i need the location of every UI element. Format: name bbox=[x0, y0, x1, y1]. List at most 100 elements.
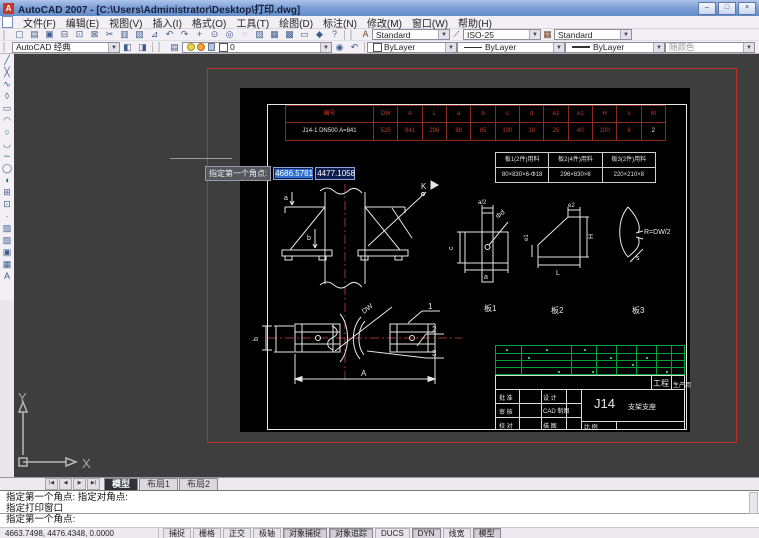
workspace-combo[interactable]: AutoCAD 经典 ▼ bbox=[12, 42, 120, 53]
point-button[interactable]: ∙ bbox=[1, 210, 13, 222]
color-combo[interactable]: ByLayer ▼ bbox=[367, 42, 457, 53]
maximize-button[interactable]: □ bbox=[718, 2, 736, 15]
match-properties-button[interactable]: ⊿ bbox=[147, 28, 162, 41]
make-block-button[interactable]: ⊡ bbox=[1, 198, 13, 210]
sheet-set-manager-button[interactable]: ▭ bbox=[297, 28, 312, 41]
dim-style-combo[interactable]: ISO-25 ▼ bbox=[463, 29, 541, 40]
toolbar-grip[interactable] bbox=[3, 42, 9, 52]
layer-lock-icon[interactable] bbox=[208, 43, 215, 51]
drawing-canvas[interactable]: a b K DW 1 2 3 A b a/2 c a Φd 板1 e2 e1 H bbox=[14, 54, 759, 477]
minimize-button[interactable]: – bbox=[698, 2, 716, 15]
workspace-settings-icon[interactable]: ◧ bbox=[120, 41, 135, 54]
dynamic-input-y-field[interactable]: 4477.1058 bbox=[315, 167, 355, 180]
text-style-combo[interactable]: Standard ▼ bbox=[372, 29, 450, 40]
tab-layout2[interactable]: 布局2 bbox=[179, 478, 218, 491]
lwt-toggle[interactable]: 线宽 bbox=[443, 528, 471, 538]
properties-button[interactable]: ▨ bbox=[252, 28, 267, 41]
markup-set-manager-button[interactable]: ◆ bbox=[312, 28, 327, 41]
zoom-window-button[interactable]: ◎ bbox=[222, 28, 237, 41]
tab-first-button[interactable]: |◀ bbox=[45, 478, 58, 490]
tab-last-button[interactable]: ▶| bbox=[87, 478, 100, 490]
grid-toggle[interactable]: 栅格 bbox=[193, 528, 221, 538]
plot-button[interactable]: ⊟ bbox=[57, 28, 72, 41]
layer-on-icon[interactable] bbox=[187, 43, 195, 51]
cut-button[interactable]: ✂ bbox=[102, 28, 117, 41]
save-button[interactable]: ▣ bbox=[42, 28, 57, 41]
polar-toggle[interactable]: 极轴 bbox=[253, 528, 281, 538]
tool-palettes-button[interactable]: ▩ bbox=[282, 28, 297, 41]
arc-button[interactable]: ◠ bbox=[1, 114, 13, 126]
dyn-toggle[interactable]: DYN bbox=[412, 528, 441, 538]
open-button[interactable]: ▤ bbox=[27, 28, 42, 41]
region-button[interactable]: ▣ bbox=[1, 246, 13, 258]
chevron-down-icon[interactable]: ▼ bbox=[445, 43, 456, 52]
drawing-window-icon[interactable] bbox=[2, 16, 13, 28]
zoom-previous-button[interactable]: ◌ bbox=[237, 28, 252, 41]
toolbar-grip[interactable] bbox=[158, 42, 164, 52]
designcenter-button[interactable]: ▦ bbox=[267, 28, 282, 41]
help-button[interactable]: ? bbox=[327, 28, 342, 41]
polygon-button[interactable]: ◊ bbox=[1, 90, 13, 102]
menu-window[interactable]: 窗口(W) bbox=[407, 15, 453, 30]
layer-previous-icon[interactable]: ↶ bbox=[347, 41, 362, 54]
chevron-down-icon[interactable]: ▼ bbox=[438, 30, 449, 39]
otrack-toggle[interactable]: 对象追踪 bbox=[329, 528, 373, 538]
close-button[interactable]: × bbox=[738, 2, 756, 15]
snap-toggle[interactable]: 捕捉 bbox=[163, 528, 191, 538]
pan-button[interactable]: + bbox=[192, 28, 207, 41]
layer-combo[interactable]: 0 ▼ bbox=[182, 42, 332, 53]
tab-next-button[interactable]: ▶ bbox=[73, 478, 86, 490]
circle-button[interactable]: ○ bbox=[1, 126, 13, 138]
hatch-button[interactable]: ▨ bbox=[1, 222, 13, 234]
make-layer-current-icon[interactable]: ◉ bbox=[332, 41, 347, 54]
table-style-combo[interactable]: Standard ▼ bbox=[554, 29, 632, 40]
linetype-combo[interactable]: ByLayer ▼ bbox=[457, 42, 565, 53]
command-scrollbar[interactable] bbox=[749, 492, 758, 514]
dynamic-input-x-field[interactable]: 4686.5781 bbox=[273, 167, 313, 180]
menu-help[interactable]: 帮助(H) bbox=[453, 15, 497, 30]
revision-cloud-button[interactable]: ◡ bbox=[1, 138, 13, 150]
polyline-button[interactable]: ∿ bbox=[1, 78, 13, 90]
menu-modify[interactable]: 修改(M) bbox=[362, 15, 407, 30]
new-button[interactable]: ▢ bbox=[12, 28, 27, 41]
tab-prev-button[interactable]: ◀ bbox=[59, 478, 72, 490]
chevron-down-icon[interactable]: ▼ bbox=[320, 43, 331, 52]
copy-button[interactable]: ▥ bbox=[117, 28, 132, 41]
toolbar-grip[interactable] bbox=[3, 30, 9, 40]
chevron-down-icon[interactable]: ▼ bbox=[553, 43, 564, 52]
layer-freeze-icon[interactable] bbox=[197, 43, 205, 51]
layer-properties-manager-icon[interactable]: ▤ bbox=[167, 41, 182, 54]
zoom-realtime-button[interactable]: ⊙ bbox=[207, 28, 222, 41]
command-prompt[interactable]: 指定第一个角点: bbox=[0, 514, 759, 526]
lineweight-combo[interactable]: ByLayer ▼ bbox=[565, 42, 665, 53]
layer-color-swatch[interactable] bbox=[219, 43, 228, 52]
osnap-toggle[interactable]: 对象捕捉 bbox=[283, 528, 327, 538]
chevron-down-icon[interactable]: ▼ bbox=[529, 30, 540, 39]
ellipse-button[interactable]: ◯ bbox=[1, 162, 13, 174]
toolbar-grip[interactable] bbox=[350, 30, 356, 40]
tab-layout1[interactable]: 布局1 bbox=[139, 478, 178, 491]
insert-block-button[interactable]: ⊞ bbox=[1, 186, 13, 198]
undo-button[interactable]: ↶ bbox=[162, 28, 177, 41]
gradient-button[interactable]: ▧ bbox=[1, 234, 13, 246]
coordinate-readout[interactable]: 4663.7498, 4476.4348, 0.0000 bbox=[0, 528, 159, 538]
spline-button[interactable]: ∼ bbox=[1, 150, 13, 162]
redo-button[interactable]: ↷ bbox=[177, 28, 192, 41]
chevron-down-icon[interactable]: ▼ bbox=[620, 30, 631, 39]
construction-line-button[interactable]: ╳ bbox=[1, 66, 13, 78]
workspace-save-icon[interactable]: ◨ bbox=[135, 41, 150, 54]
ortho-toggle[interactable]: 正交 bbox=[223, 528, 251, 538]
publish-button[interactable]: ⊠ bbox=[87, 28, 102, 41]
chevron-down-icon[interactable]: ▼ bbox=[108, 43, 119, 52]
command-window[interactable]: 指定第一个角点: 指定对角点: 指定打印窗口 指定第一个角点: bbox=[0, 490, 759, 527]
model-toggle[interactable]: 模型 bbox=[473, 528, 501, 538]
table-button[interactable]: ▦ bbox=[1, 258, 13, 270]
tab-model[interactable]: 模型 bbox=[104, 478, 138, 491]
chevron-down-icon[interactable]: ▼ bbox=[653, 43, 664, 52]
ellipse-arc-button[interactable]: ◖ bbox=[1, 174, 13, 186]
line-button[interactable]: ╱ bbox=[1, 54, 13, 66]
ducs-toggle[interactable]: DUCS bbox=[375, 528, 410, 538]
paste-button[interactable]: ▧ bbox=[132, 28, 147, 41]
plot-preview-button[interactable]: ⊡ bbox=[72, 28, 87, 41]
mtext-button[interactable]: A bbox=[1, 270, 13, 282]
